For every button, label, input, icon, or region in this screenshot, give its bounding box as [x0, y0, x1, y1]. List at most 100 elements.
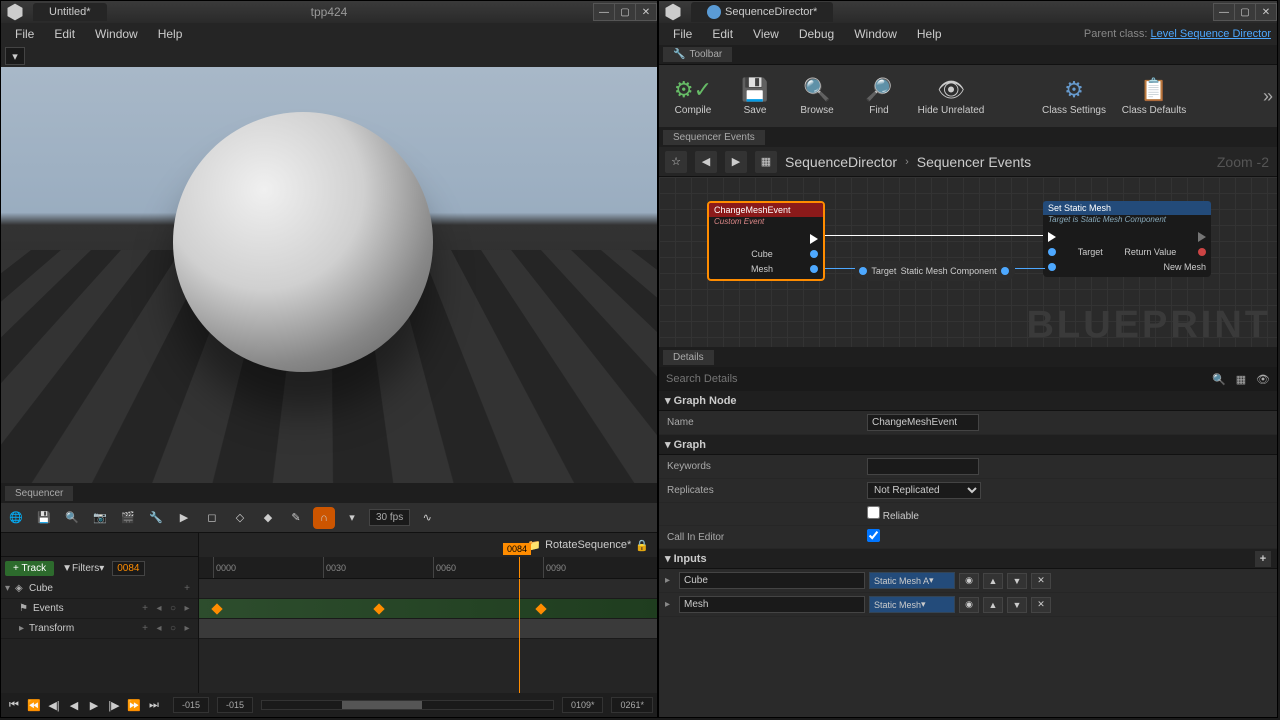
- curve-icon[interactable]: ∿: [416, 507, 438, 529]
- move-up-icon[interactable]: ▲: [983, 597, 1003, 613]
- toolbar-tab[interactable]: 🔧 Toolbar: [663, 47, 732, 62]
- exec-in-pin[interactable]: [1048, 232, 1056, 242]
- minimize-button[interactable]: —: [1213, 3, 1235, 21]
- close-button[interactable]: ✕: [635, 3, 657, 21]
- class-settings-button[interactable]: ⚙Class Settings: [1035, 69, 1113, 123]
- nav-back-icon[interactable]: ◀: [695, 151, 717, 173]
- timeline-row-transform[interactable]: [199, 619, 657, 639]
- clapper-icon[interactable]: 🎬: [117, 507, 139, 529]
- scrub-bar[interactable]: [261, 700, 554, 710]
- exec-out-pin[interactable]: [1198, 232, 1206, 242]
- pin-out[interactable]: [1001, 267, 1009, 275]
- details-tab[interactable]: Details: [663, 350, 714, 365]
- pin-in[interactable]: [859, 267, 867, 275]
- goto-start-icon[interactable]: ⏮: [5, 696, 23, 714]
- input-name-field[interactable]: [679, 572, 865, 589]
- save-button[interactable]: 💾Save: [725, 69, 785, 123]
- prev-frame-icon[interactable]: ◀|: [45, 696, 63, 714]
- input-type-dropdown[interactable]: Static Mesh ▾: [869, 596, 955, 613]
- timeline-row-events[interactable]: [199, 599, 657, 619]
- range-start[interactable]: -015: [173, 697, 209, 713]
- expand-icon[interactable]: ▸: [19, 623, 29, 634]
- playhead[interactable]: 0084: [519, 557, 520, 578]
- track-events[interactable]: ⚑ Events + ◂ ○ ▸: [1, 599, 198, 619]
- maximize-button[interactable]: ▢: [1234, 3, 1256, 21]
- prev-key-icon[interactable]: ◂: [152, 603, 166, 614]
- next-key-icon[interactable]: ▸: [180, 603, 194, 614]
- add-track-button[interactable]: + Track: [5, 561, 54, 576]
- search-icon[interactable]: 🔍: [1209, 370, 1229, 388]
- graph-list-icon[interactable]: ▦: [755, 151, 777, 173]
- menu-help[interactable]: Help: [148, 24, 193, 44]
- node-static-mesh-component[interactable]: Target Static Mesh Component: [853, 261, 1015, 281]
- input-name-field[interactable]: [679, 596, 865, 613]
- node-change-mesh-event[interactable]: ChangeMeshEvent Custom Event Cube Mesh: [707, 201, 825, 281]
- parent-class-link[interactable]: Level Sequence Director: [1151, 28, 1271, 40]
- add-icon[interactable]: +: [138, 603, 152, 614]
- remove-icon[interactable]: ✕: [1031, 573, 1051, 589]
- save-icon[interactable]: 💾: [33, 507, 55, 529]
- add-key-icon[interactable]: ○: [166, 603, 180, 614]
- maximize-button[interactable]: ▢: [614, 3, 636, 21]
- expand-icon[interactable]: ▸: [665, 575, 675, 586]
- keyframe[interactable]: [373, 603, 384, 614]
- menu-file[interactable]: File: [5, 24, 44, 44]
- key-icon[interactable]: ◇: [229, 507, 251, 529]
- goto-end-icon[interactable]: ⏭: [145, 696, 163, 714]
- wrench-icon[interactable]: 🔧: [145, 507, 167, 529]
- menu-view[interactable]: View: [743, 24, 789, 44]
- move-down-icon[interactable]: ▼: [1007, 597, 1027, 613]
- pin-new-mesh[interactable]: [1048, 263, 1056, 271]
- toolbar-overflow-icon[interactable]: »: [1263, 86, 1273, 107]
- remove-icon[interactable]: ✕: [1031, 597, 1051, 613]
- snap-options-icon[interactable]: ▾: [341, 507, 363, 529]
- scrub-thumb[interactable]: [342, 701, 422, 709]
- add-icon[interactable]: +: [180, 583, 194, 594]
- play-forward-icon[interactable]: ▶: [85, 696, 103, 714]
- find-button[interactable]: 🔎Find: [849, 69, 909, 123]
- callineditor-checkbox[interactable]: [867, 529, 880, 542]
- pin-target[interactable]: [1048, 248, 1056, 256]
- details-search-input[interactable]: [663, 370, 1207, 388]
- sequencer-tab[interactable]: Sequencer: [5, 486, 73, 501]
- camera-icon[interactable]: 📷: [89, 507, 111, 529]
- next-key-icon[interactable]: ▸: [180, 623, 194, 634]
- timeline-ruler[interactable]: 0000 0030 0060 0090 0084: [199, 557, 657, 579]
- timeline-tracks[interactable]: [199, 579, 657, 693]
- lock-icon[interactable]: 🔒: [635, 539, 649, 552]
- next-frame-icon[interactable]: |▶: [105, 696, 123, 714]
- pin-mesh[interactable]: [810, 265, 818, 273]
- move-down-icon[interactable]: ▼: [1007, 573, 1027, 589]
- pin-type-icon[interactable]: ◉: [959, 597, 979, 613]
- menu-edit[interactable]: Edit: [702, 24, 743, 44]
- reliable-checkbox[interactable]: [867, 506, 880, 519]
- menu-window[interactable]: Window: [844, 24, 907, 44]
- menu-edit[interactable]: Edit: [44, 24, 85, 44]
- blueprint-canvas[interactable]: BLUEPRINT ChangeMeshEvent Custom Event C…: [659, 177, 1277, 347]
- pin-type-icon[interactable]: ◉: [959, 573, 979, 589]
- marquee-icon[interactable]: ◻: [201, 507, 223, 529]
- section-graph-node[interactable]: ▾ Graph Node: [659, 391, 1277, 411]
- world-icon[interactable]: 🌐: [5, 507, 27, 529]
- pin-cube[interactable]: [810, 250, 818, 258]
- name-input[interactable]: [867, 414, 979, 431]
- minimize-button[interactable]: —: [593, 3, 615, 21]
- add-input-button[interactable]: +: [1255, 551, 1271, 567]
- editor-tab-title[interactable]: Untitled*: [33, 3, 107, 21]
- step-back-icon[interactable]: ⏪: [25, 696, 43, 714]
- fps-dropdown[interactable]: 30 fps: [369, 509, 410, 526]
- play-reverse-icon[interactable]: ◀: [65, 696, 83, 714]
- add-icon[interactable]: +: [138, 623, 152, 634]
- keyframe[interactable]: [211, 603, 222, 614]
- close-button[interactable]: ✕: [1255, 3, 1277, 21]
- snap-icon[interactable]: ∩: [313, 507, 335, 529]
- viewport-options-dropdown[interactable]: ▾: [5, 47, 25, 65]
- menu-debug[interactable]: Debug: [789, 24, 844, 44]
- timeline-row-cube[interactable]: [199, 579, 657, 599]
- browse-button[interactable]: 🔍Browse: [787, 69, 847, 123]
- prev-key-icon[interactable]: ◂: [152, 623, 166, 634]
- keywords-input[interactable]: [867, 458, 979, 475]
- hide-unrelated-button[interactable]: 👁Hide Unrelated: [911, 69, 991, 123]
- edit-icon[interactable]: ✎: [285, 507, 307, 529]
- graph-tab[interactable]: Sequencer Events: [663, 130, 765, 145]
